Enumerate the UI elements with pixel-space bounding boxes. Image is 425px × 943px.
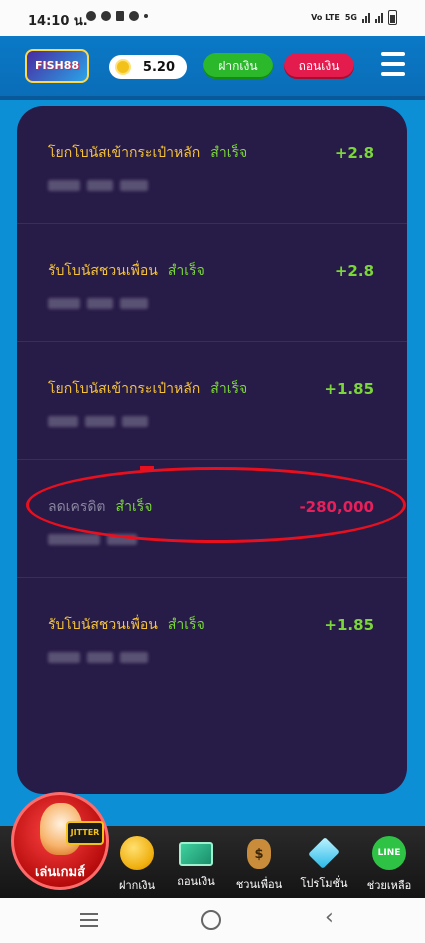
nav-deposit[interactable]: ฝากเงิน xyxy=(107,836,167,894)
transaction-row: โยกโบนัสเข้ากระเป๋าหลัก สำเร็จ +2.8 xyxy=(17,106,407,224)
nav-withdraw[interactable]: ถอนเงิน xyxy=(166,836,226,890)
blurred-date xyxy=(48,416,148,427)
back-icon[interactable]: ‹ xyxy=(325,907,334,929)
transaction-status: สำเร็จ xyxy=(167,263,205,279)
highlight-stroke-annotation xyxy=(140,466,154,470)
balance-pill: 5.20 xyxy=(109,55,187,79)
transaction-row: รับโบนัสชวนเพื่อน สำเร็จ +2.8 xyxy=(17,224,407,342)
coin-icon xyxy=(115,59,131,75)
transaction-title: รับโบนัสชวนเพื่อน สำเร็จ xyxy=(48,617,205,633)
line-notification-icon xyxy=(101,11,111,21)
home-icon[interactable] xyxy=(201,910,221,930)
nav-label: ช่วยเหลือ xyxy=(366,879,412,892)
battery-icon xyxy=(388,10,397,25)
transaction-amount: +1.85 xyxy=(324,616,374,634)
nav-label: ฝากเงิน xyxy=(119,879,155,892)
cash-icon xyxy=(179,842,213,866)
transaction-title: รับโบนัสชวนเพื่อน สำเร็จ xyxy=(48,263,205,279)
nav-help[interactable]: LINE ช่วยเหลือ xyxy=(359,836,419,894)
transaction-status: สำเร็จ xyxy=(210,381,248,397)
nav-label: โปรโมชั่น xyxy=(300,877,348,890)
more-dot-icon xyxy=(144,14,148,18)
nav-invite-friends[interactable]: $ ชวนเพื่อน xyxy=(229,836,289,893)
game-sign: JITTER xyxy=(66,821,104,845)
nav-label: ถอนเงิน xyxy=(177,875,215,888)
transaction-list[interactable]: โยกโบนัสเข้ากระเป๋าหลัก สำเร็จ +2.8 รับโบ… xyxy=(17,106,407,794)
signal-icon-2 xyxy=(375,12,383,23)
play-games-label: เล่นเกมส์ xyxy=(34,865,86,880)
transaction-amount: +2.8 xyxy=(334,144,374,162)
system-navigation-bar: ‹ xyxy=(0,898,425,943)
sim-alert-icon xyxy=(116,11,124,21)
blurred-date xyxy=(48,652,148,663)
transaction-row: รับโบนัสชวนเพื่อน สำเร็จ +1.85 xyxy=(17,578,407,696)
blurred-date xyxy=(48,180,148,191)
shield-icon xyxy=(129,11,139,21)
highlight-circle-annotation xyxy=(26,467,406,543)
play-games-button[interactable]: JITTER เล่นเกมส์ xyxy=(11,792,109,890)
money-bag-icon: $ xyxy=(247,839,271,869)
deposit-button[interactable]: ฝากเงิน xyxy=(203,53,273,79)
diamond-icon xyxy=(308,837,340,869)
line-icon: LINE xyxy=(372,836,406,870)
signal-icon xyxy=(362,12,370,23)
volte-label: Vo LTE xyxy=(311,13,340,22)
messenger-icon xyxy=(86,11,96,21)
transaction-status: สำเร็จ xyxy=(167,617,205,633)
transaction-title: โยกโบนัสเข้ากระเป๋าหลัก สำเร็จ xyxy=(48,145,248,161)
nav-label: ชวนเพื่อน xyxy=(235,878,283,891)
notification-icons xyxy=(86,11,148,21)
app-logo[interactable]: FISH88 xyxy=(25,49,89,83)
withdraw-button[interactable]: ถอนเงิน xyxy=(284,53,354,79)
balance-value: 5.20 xyxy=(142,59,175,75)
nav-promotions[interactable]: โปรโมชั่น xyxy=(294,836,354,892)
blurred-date xyxy=(48,298,148,309)
transaction-row: โยกโบนัสเข้ากระเป๋าหลัก สำเร็จ +1.85 xyxy=(17,342,407,460)
coin-icon xyxy=(120,836,154,870)
recent-apps-icon[interactable] xyxy=(80,913,98,927)
transaction-amount: +1.85 xyxy=(324,380,374,398)
hamburger-menu-icon[interactable] xyxy=(381,52,405,80)
network-type: 5G xyxy=(344,13,357,22)
status-indicators: Vo LTE 5G xyxy=(311,10,397,25)
clock: 14:10 น. xyxy=(28,14,88,29)
transaction-status: สำเร็จ xyxy=(210,145,248,161)
app-header: FISH88 5.20 ฝากเงิน ถอนเงิน xyxy=(0,36,425,100)
status-bar: 14:10 น. Vo LTE 5G xyxy=(0,0,425,36)
transaction-amount: +2.8 xyxy=(334,262,374,280)
transaction-title: โยกโบนัสเข้ากระเป๋าหลัก สำเร็จ xyxy=(48,381,248,397)
